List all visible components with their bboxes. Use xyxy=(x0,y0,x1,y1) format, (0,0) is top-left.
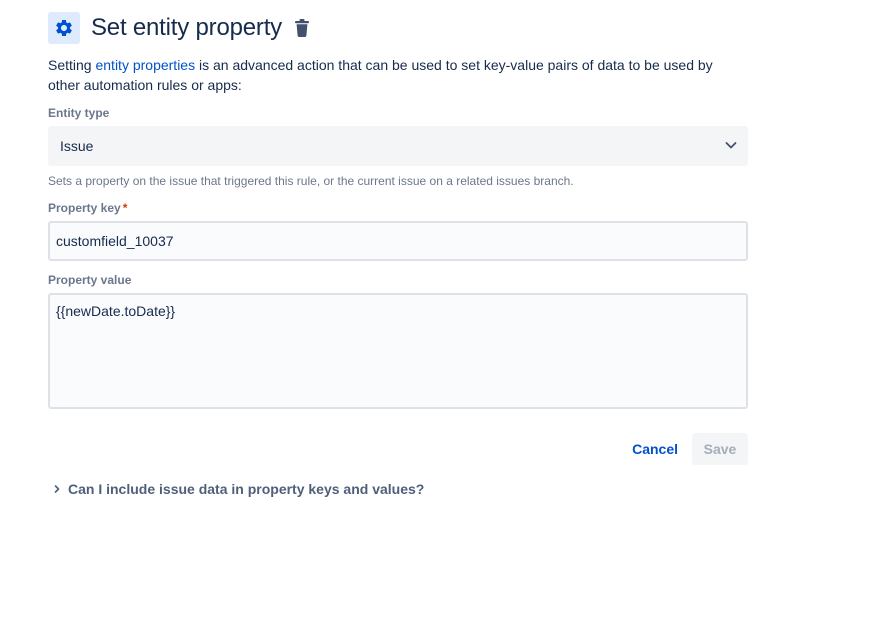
chevron-right-icon xyxy=(48,484,66,494)
entity-type-select[interactable]: Issue xyxy=(48,126,748,166)
trash-icon[interactable] xyxy=(294,19,310,37)
form-actions: Cancel Save xyxy=(48,433,748,465)
entity-type-label: Entity type xyxy=(48,106,110,120)
property-value-label: Property value xyxy=(48,273,132,287)
save-button[interactable]: Save xyxy=(692,433,748,465)
faq-expander[interactable]: Can I include issue data in property key… xyxy=(48,477,748,501)
property-value-text: {{newDate.toDate}} xyxy=(56,303,176,319)
chevron-down-icon xyxy=(724,138,738,155)
property-key-input[interactable]: customfield_10037 xyxy=(48,221,748,261)
gear-icon xyxy=(48,12,80,44)
panel-header: Set entity property xyxy=(48,12,748,44)
entity-type-selected-value: Issue xyxy=(60,138,94,154)
set-entity-property-panel: Set entity property Setting entity prope… xyxy=(48,12,748,501)
property-key-label: Property key * xyxy=(48,200,748,216)
description: Setting entity properties is an advanced… xyxy=(48,55,748,95)
description-prefix: Setting xyxy=(48,57,96,73)
entity-type-helper-text: Sets a property on the issue that trigge… xyxy=(48,174,574,188)
required-indicator: * xyxy=(122,201,128,215)
cancel-button[interactable]: Cancel xyxy=(618,433,692,465)
property-key-label-text: Property key xyxy=(48,201,121,215)
faq-question: Can I include issue data in property key… xyxy=(68,481,425,497)
property-value-textarea[interactable]: {{newDate.toDate}} xyxy=(48,293,748,409)
property-key-value: customfield_10037 xyxy=(56,233,174,249)
entity-properties-link[interactable]: entity properties xyxy=(95,57,195,73)
page-title: Set entity property xyxy=(91,14,282,41)
